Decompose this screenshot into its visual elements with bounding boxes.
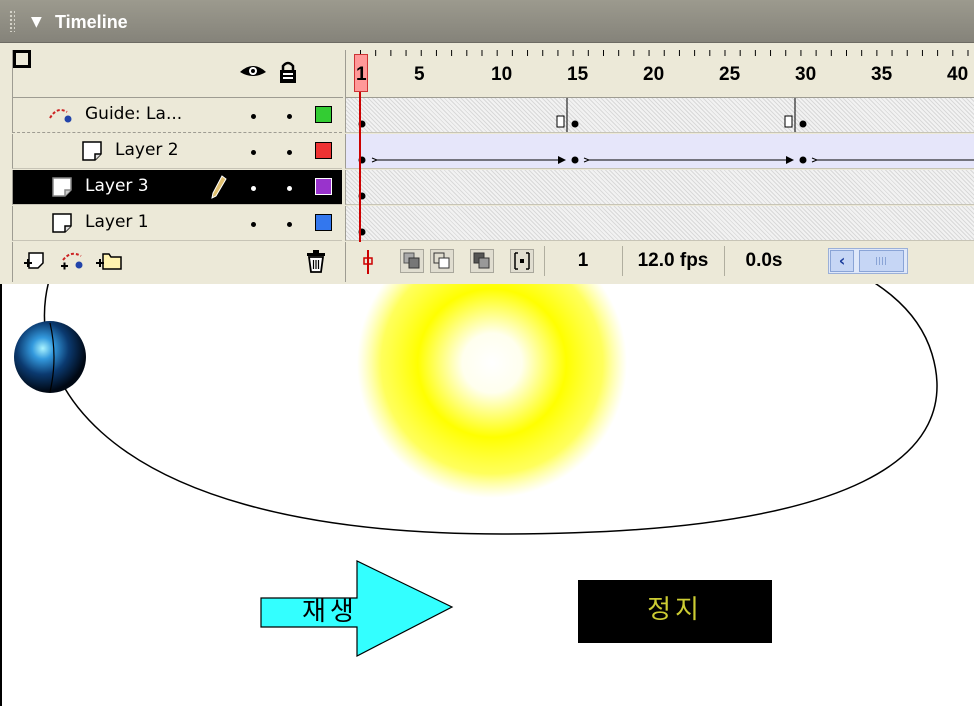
trash-icon[interactable] [305, 250, 327, 274]
insert-layer-icon[interactable] [23, 250, 47, 272]
layer-color-swatch[interactable] [315, 214, 332, 231]
layers-header [12, 50, 343, 98]
frame-ruler[interactable]: 1 5 10 15 20 25 30 35 40 [345, 50, 974, 98]
stop-button[interactable]: 정지 [578, 580, 772, 643]
edit-multiple-frames-button[interactable] [470, 249, 494, 273]
horizontal-scrollbar[interactable]: ‹ [828, 248, 908, 274]
onion-skin-outlines-button[interactable] [430, 249, 454, 273]
lock-dot[interactable] [287, 186, 292, 191]
ruler-ticks [346, 50, 974, 58]
visibility-dot[interactable] [251, 186, 256, 191]
edit-multiple-frames-icon [473, 252, 490, 269]
timeline-panel: ▼ Timeline 1 5 10 15 20 25 30 35 40 Guid… [0, 0, 974, 284]
panel-grip-icon[interactable] [9, 10, 15, 32]
visibility-dot[interactable] [251, 150, 256, 155]
ruler-label: 40 [947, 64, 969, 85]
layer-name[interactable]: Guide: La... [85, 104, 182, 124]
layer-row-guide[interactable]: Guide: La... [12, 98, 342, 133]
lock-icon[interactable] [278, 60, 298, 84]
stage-canvas[interactable]: 재생 정지 [0, 284, 974, 706]
panel-title: Timeline [55, 12, 128, 32]
ruler-label: 30 [795, 64, 817, 85]
pencil-icon [211, 175, 227, 199]
ruler-label: 35 [871, 64, 893, 85]
panel-titlebar[interactable]: ▼ Timeline [0, 0, 974, 43]
eye-icon[interactable] [238, 60, 268, 82]
play-button[interactable]: 재생 [302, 592, 412, 632]
onion-skin-outlines-icon [433, 252, 450, 269]
insert-folder-icon[interactable] [95, 248, 123, 272]
ruler-label: 20 [643, 64, 665, 85]
layer-row-layer3[interactable]: Layer 3 [12, 170, 342, 205]
lock-dot[interactable] [287, 222, 292, 227]
layer-icon [82, 141, 102, 161]
layer-name[interactable]: Layer 2 [115, 140, 179, 160]
layer-row-layer2[interactable]: Layer 2 [12, 134, 342, 169]
layer-row-layer1[interactable]: Layer 1 [12, 206, 342, 241]
frame-row-graphics [358, 156, 974, 164]
layer-color-swatch[interactable] [315, 106, 332, 123]
layer-name[interactable]: Layer 3 [85, 176, 149, 196]
onion-skin-icon [403, 252, 420, 269]
layer-icon [52, 213, 72, 233]
playhead-line[interactable] [359, 92, 361, 242]
ruler-label: 25 [719, 64, 741, 85]
scroll-thumb[interactable] [859, 250, 904, 272]
frame-row-graphics [358, 192, 366, 200]
layer-color-swatch[interactable] [315, 178, 332, 195]
frame-row-guide[interactable] [345, 98, 974, 133]
frame-row-layer3[interactable] [345, 170, 974, 205]
layer-name[interactable]: Layer 1 [85, 212, 149, 232]
layer-icon [52, 177, 72, 197]
motion-guide-icon [49, 109, 72, 123]
visibility-dot[interactable] [251, 222, 256, 227]
elapsed-time-field: 0.0s [724, 246, 803, 276]
frame-row-layer2[interactable] [345, 134, 974, 169]
layers-footer [12, 242, 343, 282]
modify-onion-markers-button[interactable] [510, 249, 534, 273]
lock-dot[interactable] [287, 114, 292, 119]
add-motion-guide-icon[interactable] [59, 248, 87, 272]
frame-row-layer1[interactable] [345, 206, 974, 241]
frame-row-graphics [358, 98, 807, 132]
sun-glow [357, 284, 627, 498]
layer-color-swatch[interactable] [315, 142, 332, 159]
ruler-label: 5 [414, 64, 425, 85]
timeline-status-bar: 1 12.0 fps 0.0s ‹ [345, 242, 974, 282]
ruler-label: 15 [567, 64, 589, 85]
outline-icon[interactable] [13, 50, 31, 68]
scroll-left-button[interactable]: ‹ [830, 250, 854, 272]
collapse-triangle-icon[interactable]: ▼ [31, 12, 42, 32]
visibility-dot[interactable] [251, 114, 256, 119]
current-frame-field: 1 [544, 246, 621, 276]
ruler-label: 1 [356, 64, 367, 85]
stage-artwork [14, 284, 938, 657]
onion-markers-icon [514, 252, 530, 270]
planet-sphere [14, 321, 86, 393]
ruler-label: 10 [491, 64, 513, 85]
lock-dot[interactable] [287, 150, 292, 155]
onion-skin-button[interactable] [400, 249, 424, 273]
frame-row-graphics [358, 228, 366, 236]
center-frame-icon[interactable] [361, 250, 375, 274]
frame-rate-field[interactable]: 12.0 fps [622, 246, 723, 276]
